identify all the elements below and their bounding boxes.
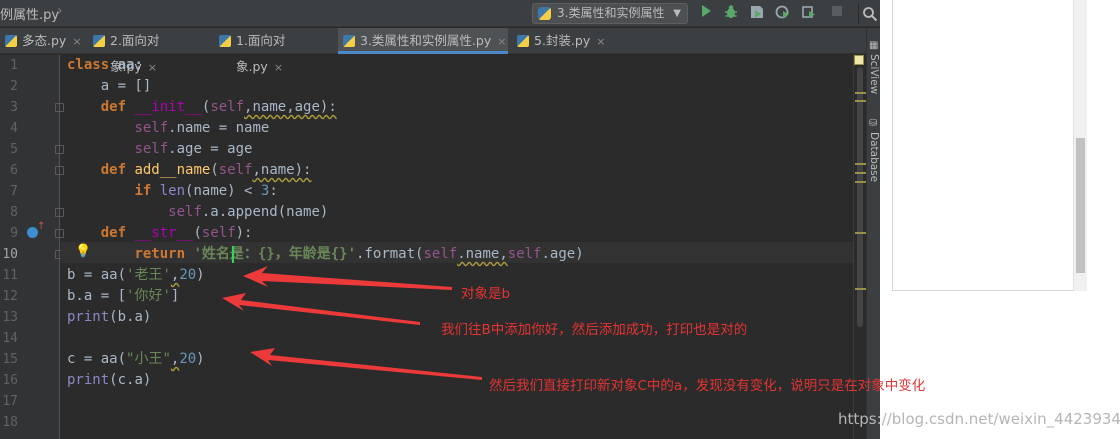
annotation-note-1: 对象是b: [461, 286, 511, 302]
watermark: https://blog.csdn.net/weixin_44239343: [838, 410, 1120, 428]
annotation-arrow-1: [243, 266, 452, 290]
annotation-note-2: 我们往B中添加你好，然后添加成功，打印也是对的: [441, 322, 748, 338]
annotation-arrow-3: [250, 348, 482, 380]
annotation-arrow-2: [222, 293, 420, 325]
annotation-note-3: 然后我们直接打印新对象C中的a，发现没有变化，说明只是在对象中变化: [489, 378, 926, 394]
